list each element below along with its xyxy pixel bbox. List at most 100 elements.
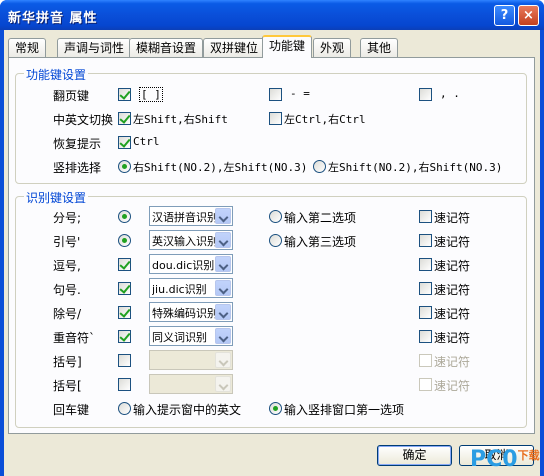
- tab-shuangpin[interactable]: 双拼键位: [203, 38, 266, 57]
- chevron-down-icon[interactable]: [215, 280, 231, 296]
- properties-window: 新华拼音 属性 ? × 常规 声调与词性 模糊音设置 双拼键位 功能键 外观 其…: [0, 0, 544, 476]
- chevron-down-icon[interactable]: [215, 232, 231, 248]
- chevron-down-icon: [215, 376, 231, 392]
- enter-key-opt1: 输入提示窗中的英文: [133, 403, 242, 417]
- enter-key-label: 回车键: [53, 403, 90, 417]
- second-option-radio[interactable]: [269, 210, 282, 223]
- group-title: 识别键设置: [24, 189, 89, 206]
- cn-en-shift-checkbox[interactable]: [118, 112, 131, 125]
- window-title: 新华拼音 属性: [8, 11, 98, 26]
- vertical-select-radio-2[interactable]: [313, 160, 326, 173]
- combo-value: 汉语拼音识别: [152, 211, 216, 224]
- tab-tone-pos[interactable]: 声调与词性: [57, 38, 132, 57]
- left-bracket-combo: [149, 374, 233, 394]
- combo-value: 英汉输入识别: [152, 235, 216, 248]
- quote-memo-checkbox[interactable]: [419, 234, 432, 247]
- semicolon-combo[interactable]: 汉语拼音识别: [149, 206, 233, 226]
- grave-memo-checkbox[interactable]: [419, 330, 432, 343]
- quote-label: 引号': [53, 235, 81, 249]
- comma-combo[interactable]: dou.dic识别: [149, 254, 233, 274]
- cn-en-shift-text: 左Shift,右Shift: [133, 113, 228, 126]
- tab-other[interactable]: 其他: [360, 38, 399, 57]
- page-flip-minus-text: - =: [290, 87, 310, 100]
- tab-appearance[interactable]: 外观: [313, 38, 352, 57]
- chevron-down-icon[interactable]: [215, 208, 231, 224]
- second-option-label: 输入第二选项: [284, 211, 357, 225]
- title-bar: 新华拼音 属性 ? ×: [0, 0, 544, 30]
- group-title: 功能键设置: [24, 66, 89, 83]
- vertical-select-radio-1[interactable]: [118, 160, 131, 173]
- page-flip-label: 翻页键: [53, 89, 90, 103]
- slash-combo[interactable]: 特殊编码识别: [149, 302, 233, 322]
- third-option-label: 输入第三选项: [284, 235, 357, 249]
- slash-memo-checkbox[interactable]: [419, 306, 432, 319]
- left-bracket-checkbox[interactable]: [118, 378, 131, 391]
- chevron-down-icon[interactable]: [215, 328, 231, 344]
- page-flip-comma-text: , .: [440, 87, 460, 100]
- third-option-radio[interactable]: [269, 234, 282, 247]
- enter-key-radio-1[interactable]: [118, 402, 131, 415]
- dialog-client: 常规 声调与词性 模糊音设置 双拼键位 功能键 外观 其他 功能键设置 翻页键 …: [4, 30, 540, 476]
- chevron-down-icon[interactable]: [215, 304, 231, 320]
- grave-memo-label: 速记符: [434, 331, 471, 345]
- tab-fuzzy[interactable]: 模糊音设置: [129, 38, 204, 57]
- left-bracket-memo-label: 速记符: [434, 379, 471, 393]
- semicolon-memo-checkbox[interactable]: [419, 210, 432, 223]
- right-bracket-combo: [149, 350, 233, 370]
- comma-label: 逗号,: [53, 259, 81, 273]
- page-flip-comma-checkbox[interactable]: [419, 88, 432, 101]
- restore-hint-ctrl-text: Ctrl: [133, 135, 160, 148]
- slash-memo-label: 速记符: [434, 307, 471, 321]
- period-label: 句号.: [53, 283, 81, 297]
- semicolon-label: 分号;: [53, 211, 82, 225]
- tab-function-keys[interactable]: 功能键: [262, 35, 313, 58]
- semicolon-radio[interactable]: [118, 210, 131, 223]
- chevron-down-icon: [215, 352, 231, 368]
- period-memo-label: 速记符: [434, 283, 471, 297]
- grave-combo[interactable]: 同义词识别: [149, 326, 233, 346]
- quote-memo-label: 速记符: [434, 235, 471, 249]
- left-bracket-memo-checkbox: [419, 378, 432, 391]
- comma-checkbox[interactable]: [118, 258, 131, 271]
- grave-label: 重音符`: [53, 331, 96, 345]
- period-combo[interactable]: jiu.dic识别: [149, 278, 233, 298]
- recognize-keys-group: 识别键设置 分号; 汉语拼音识别 输入第二选项 速记符 引号' 英汉输入识别 输…: [15, 189, 527, 428]
- slash-label: 除号/: [53, 307, 82, 321]
- slash-checkbox[interactable]: [118, 306, 131, 319]
- quote-radio[interactable]: [118, 234, 131, 247]
- enter-key-opt2: 输入竖排窗口第一选项: [284, 403, 405, 417]
- combo-value: 特殊编码识别: [152, 307, 216, 320]
- right-bracket-checkbox[interactable]: [118, 354, 131, 367]
- left-bracket-label: 括号[: [53, 379, 82, 393]
- comma-memo-label: 速记符: [434, 259, 471, 273]
- watermark-text: PC0: [470, 447, 518, 472]
- page-flip-bracket-checkbox[interactable]: [118, 88, 131, 101]
- vertical-select-opt1: 右Shift(NO.2),左Shift(NO.3): [133, 161, 308, 174]
- semicolon-memo-label: 速记符: [434, 211, 471, 225]
- cn-en-ctrl-checkbox[interactable]: [269, 112, 282, 125]
- period-checkbox[interactable]: [118, 282, 131, 295]
- right-bracket-memo-checkbox: [419, 354, 432, 367]
- right-bracket-label: 括号]: [53, 355, 82, 369]
- chevron-down-icon[interactable]: [215, 256, 231, 272]
- combo-value: 同义词识别: [152, 331, 207, 344]
- restore-hint-label: 恢复提示: [53, 137, 102, 151]
- restore-hint-ctrl-checkbox[interactable]: [118, 136, 131, 149]
- watermark-logo: PC0下载: [470, 447, 540, 472]
- combo-value: dou.dic识别: [152, 259, 215, 272]
- right-bracket-memo-label: 速记符: [434, 355, 471, 369]
- function-keys-group: 功能键设置 翻页键 [ ] - = , . 中英文切换 左Shift,右Shif…: [15, 66, 527, 184]
- enter-key-radio-2[interactable]: [269, 402, 282, 415]
- grave-checkbox[interactable]: [118, 330, 131, 343]
- tab-panel: 功能键设置 翻页键 [ ] - = , . 中英文切换 左Shift,右Shif…: [8, 57, 535, 434]
- vertical-select-opt2: 左Shift(NO.2),右Shift(NO.3): [328, 161, 503, 174]
- ok-button[interactable]: 确定: [377, 445, 452, 466]
- help-button[interactable]: ?: [494, 5, 515, 26]
- vertical-select-label: 竖排选择: [53, 161, 102, 175]
- page-flip-minus-checkbox[interactable]: [269, 88, 282, 101]
- quote-combo[interactable]: 英汉输入识别: [149, 230, 233, 250]
- comma-memo-checkbox[interactable]: [419, 258, 432, 271]
- close-button[interactable]: ×: [518, 5, 539, 26]
- tab-general[interactable]: 常规: [8, 38, 47, 57]
- period-memo-checkbox[interactable]: [419, 282, 432, 295]
